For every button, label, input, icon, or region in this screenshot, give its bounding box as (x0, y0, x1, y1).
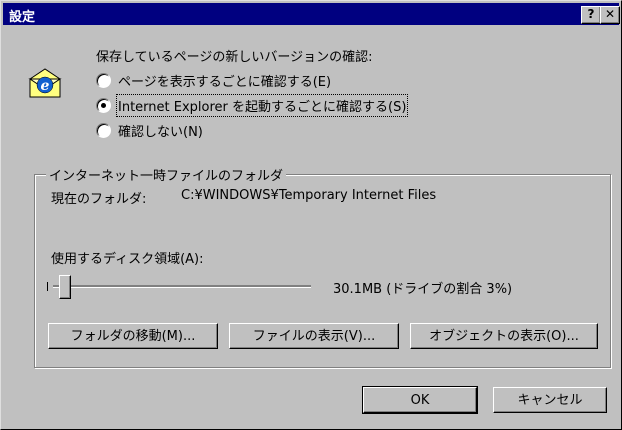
svg-text:e: e (41, 78, 50, 94)
settings-dialog: 設定 ? ✕ e 保存しているページの新しいバージョンの確認: ページを表示する… (0, 0, 622, 430)
disk-space-value: 30.1MB (ドライブの割合 3%) (333, 282, 513, 297)
radio-never[interactable] (96, 123, 111, 138)
temp-files-group-label: インターネット一時ファイルのフォルダ (46, 165, 287, 184)
radio-every-visit[interactable] (96, 73, 111, 88)
disk-space-slider[interactable] (53, 285, 311, 288)
slider-tick (47, 282, 48, 291)
title-bar[interactable]: 設定 ? ✕ (3, 3, 620, 25)
radio-every-start[interactable] (96, 98, 111, 113)
disk-space-label: 使用するディスク領域(A): (51, 252, 204, 267)
current-folder-path: C:¥WINDOWS¥Temporary Internet Files (181, 188, 437, 203)
radio-every-visit-label[interactable]: ページを表示するごとに確認する(E) (118, 71, 331, 90)
radio-every-start-label[interactable]: Internet Explorer を起動するごとに確認する(S) (115, 94, 409, 117)
current-folder-label: 現在のフォルダ: (51, 192, 147, 207)
ok-button[interactable]: OK (362, 386, 478, 414)
view-objects-button[interactable]: オブジェクトの表示(O)... (410, 323, 598, 349)
ie-icon: e (28, 68, 62, 98)
disk-space-slider-thumb[interactable] (59, 275, 72, 299)
window-title: 設定 (9, 10, 36, 25)
view-files-button[interactable]: ファイルの表示(V)... (229, 323, 399, 349)
check-newer-label: 保存しているページの新しいバージョンの確認: (96, 50, 373, 65)
radio-never-label[interactable]: 確認しない(N) (118, 121, 203, 140)
move-folder-button[interactable]: フォルダの移動(M)... (48, 323, 218, 349)
cancel-button[interactable]: キャンセル (493, 387, 607, 413)
help-button[interactable]: ? (581, 6, 601, 24)
close-button[interactable]: ✕ (600, 6, 620, 24)
